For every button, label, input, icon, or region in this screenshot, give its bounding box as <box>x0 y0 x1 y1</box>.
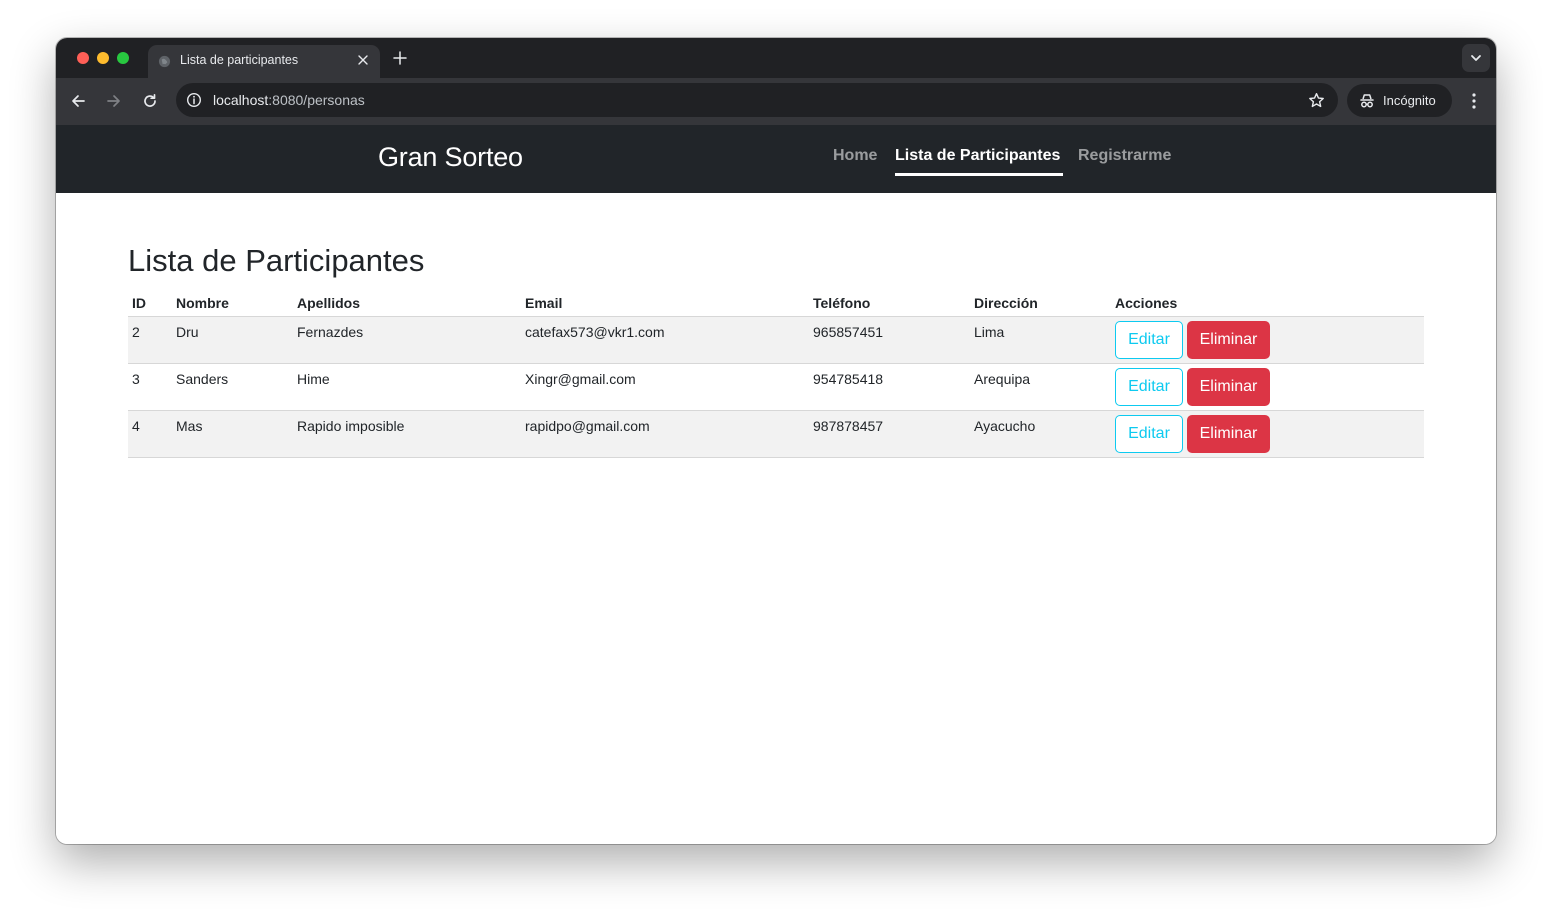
cell-id: 3 <box>132 371 140 387</box>
table-row: 2 Dru Fernazdes catefax573@vkr1.com 9658… <box>128 317 1424 364</box>
cell-nombre: Sanders <box>176 371 229 387</box>
minimize-window-button[interactable] <box>97 52 109 64</box>
cell-nombre: Dru <box>176 324 199 340</box>
address-bar[interactable]: localhost:8080/personas <box>176 83 1338 117</box>
nav-link-lista-de-participantes[interactable]: Lista de Participantes <box>895 147 1060 165</box>
close-window-button[interactable] <box>77 52 89 64</box>
cell-direccion: Lima <box>974 324 1005 340</box>
browser-window: Lista de participantes localhost:8080/pe <box>56 38 1496 844</box>
cell-telefono: 987878457 <box>813 418 884 434</box>
active-tab[interactable]: Lista de participantes <box>148 45 380 78</box>
cell-email: Xingr@gmail.com <box>525 371 636 387</box>
nav-link-registrarme[interactable]: Registrarme <box>1078 147 1171 165</box>
cell-direccion: Arequipa <box>974 371 1031 387</box>
globe-icon <box>158 55 171 68</box>
url-path: :8080/personas <box>268 92 365 108</box>
tab-strip: Lista de participantes <box>56 38 1496 78</box>
cell-nombre: Mas <box>176 418 203 434</box>
url-text: localhost:8080/personas <box>213 92 365 108</box>
bookmark-star-icon[interactable] <box>1307 91 1325 109</box>
cell-apellidos: Fernazdes <box>297 324 364 340</box>
cell-id: 4 <box>132 418 140 434</box>
cell-apellidos: Hime <box>297 371 330 387</box>
cell-email: catefax573@vkr1.com <box>525 324 665 340</box>
page-content: Gran Sorteo Home Lista de Participantes … <box>56 125 1496 844</box>
participants-table: ID Nombre Apellidos Email Teléfono Direc… <box>128 288 1424 458</box>
cell-email: rapidpo@gmail.com <box>525 418 650 434</box>
header-direccion: Dirección <box>974 295 1038 311</box>
cell-direccion: Ayacucho <box>974 418 1036 434</box>
tab-close-icon[interactable] <box>354 51 372 69</box>
table-row: 3 Sanders Hime Xingr@gmail.com 954785418… <box>128 364 1424 411</box>
new-tab-plus-icon[interactable] <box>390 48 410 68</box>
incognito-label: Incógnito <box>1383 93 1436 108</box>
header-id: ID <box>132 295 146 311</box>
edit-button[interactable]: Editar <box>1115 368 1183 406</box>
table-row: 4 Mas Rapido imposible rapidpo@gmail.com… <box>128 411 1424 458</box>
edit-button[interactable]: Editar <box>1115 415 1183 453</box>
cell-telefono: 965857451 <box>813 324 884 340</box>
reload-icon[interactable] <box>139 90 161 112</box>
forward-arrow-icon[interactable] <box>103 90 125 112</box>
kebab-menu-icon[interactable] <box>1464 90 1484 112</box>
tab-search-chevron-down-icon[interactable] <box>1462 44 1490 72</box>
incognito-badge[interactable]: Incógnito <box>1347 84 1452 117</box>
active-nav-indicator <box>895 173 1063 176</box>
delete-button[interactable]: Eliminar <box>1187 415 1270 453</box>
zoom-window-button[interactable] <box>117 52 129 64</box>
cell-id: 2 <box>132 324 140 340</box>
delete-button[interactable]: Eliminar <box>1187 368 1270 406</box>
url-host: localhost <box>213 92 269 108</box>
header-nombre: Nombre <box>176 295 229 311</box>
incognito-icon <box>1360 94 1374 108</box>
page-title: Lista de Participantes <box>128 243 425 278</box>
header-acciones: Acciones <box>1115 295 1178 311</box>
cell-telefono: 954785418 <box>813 371 884 387</box>
tab-title: Lista de participantes <box>180 53 299 67</box>
back-arrow-icon[interactable] <box>67 90 89 112</box>
delete-button[interactable]: Eliminar <box>1187 321 1270 359</box>
table-header: ID Nombre Apellidos Email Teléfono Direc… <box>128 288 1424 317</box>
nav-link-home[interactable]: Home <box>833 147 877 165</box>
info-icon[interactable] <box>185 91 203 109</box>
site-navbar: Gran Sorteo Home Lista de Participantes … <box>56 125 1496 193</box>
cell-apellidos: Rapido imposible <box>297 418 405 434</box>
header-telefono: Teléfono <box>813 295 871 311</box>
header-apellidos: Apellidos <box>297 295 361 311</box>
edit-button[interactable]: Editar <box>1115 321 1183 359</box>
brand-logo[interactable]: Gran Sorteo <box>378 142 523 173</box>
header-email: Email <box>525 295 563 311</box>
browser-toolbar: localhost:8080/personas Incógnito <box>56 78 1496 125</box>
